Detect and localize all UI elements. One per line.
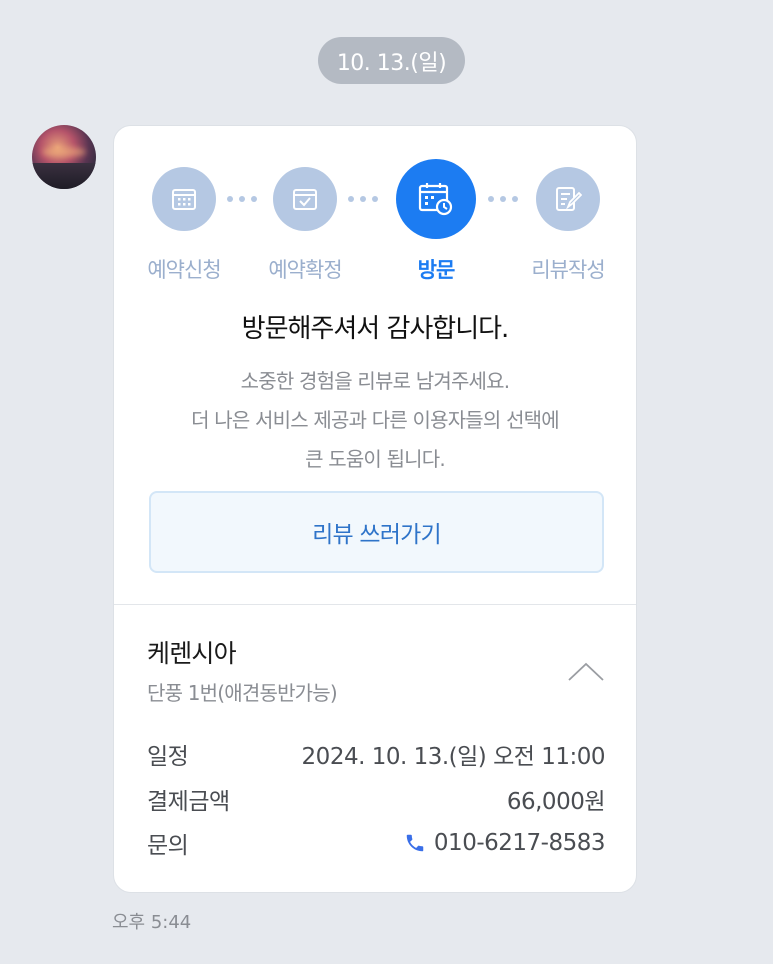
step-2-circle bbox=[273, 167, 337, 231]
schedule-label: 일정 bbox=[147, 744, 189, 770]
sender-avatar[interactable] bbox=[32, 125, 96, 189]
step-connector-1 bbox=[227, 196, 257, 202]
contact-phone-number: 010-6217-8583 bbox=[433, 830, 606, 856]
card-divider bbox=[114, 604, 636, 605]
step-connector-3 bbox=[488, 196, 518, 202]
phone-link[interactable]: 010-6217-8583 bbox=[404, 830, 606, 856]
room-name: 단풍 1번(애견동반가능) bbox=[147, 681, 338, 705]
desc-line-2: 더 나은 서비스 제공과 다른 이용자들의 선택에 bbox=[191, 408, 560, 432]
chevron-up-icon bbox=[568, 662, 604, 681]
progress-steps: 예약신청 예약확정 방문 리뷰작성 bbox=[114, 126, 636, 296]
step-1-circle bbox=[152, 167, 216, 231]
calendar-check-icon bbox=[293, 189, 317, 210]
date-separator: 10. 13.(일) bbox=[318, 37, 465, 84]
step-1-label: 예약신청 bbox=[147, 258, 221, 282]
step-4-label: 리뷰작성 bbox=[531, 258, 605, 282]
schedule-value: 2024. 10. 13.(일) 오전 11:00 bbox=[301, 744, 606, 770]
desc-line-3: 큰 도움이 됩니다. bbox=[305, 447, 446, 471]
message-timestamp: 오후 5:44 bbox=[112, 912, 192, 933]
calendar-clock-icon bbox=[418, 183, 453, 216]
card-description: 소중한 경험을 리뷰로 남겨주세요. 더 나은 서비스 제공과 다른 이용자들의… bbox=[114, 362, 636, 479]
step-3-circle bbox=[396, 159, 476, 239]
card-title: 방문해주셔서 감사합니다. bbox=[241, 314, 510, 344]
step-connector-2 bbox=[348, 196, 378, 202]
desc-line-1: 소중한 경험을 리뷰로 남겨주세요. bbox=[240, 369, 510, 393]
reservation-card: 예약신청 예약확정 방문 리뷰작성 방문해주셔서 감사합니다. 소중한 경험을 … bbox=[113, 125, 637, 893]
payment-label: 결제금액 bbox=[147, 789, 230, 815]
step-2-label: 예약확정 bbox=[268, 258, 342, 282]
shop-name: 케렌시아 bbox=[147, 639, 237, 668]
step-3-label: 방문 bbox=[417, 258, 456, 282]
payment-row: 결제금액 66,000원 bbox=[147, 782, 606, 816]
calendar-grid-icon bbox=[172, 189, 196, 210]
phone-icon bbox=[406, 834, 424, 852]
write-review-button[interactable]: 리뷰 쓰러가기 bbox=[149, 491, 604, 573]
payment-value: 66,000원 bbox=[506, 789, 606, 815]
step-4-circle bbox=[536, 167, 600, 231]
pencil-note-icon bbox=[556, 187, 582, 211]
contact-row: 문의 010-6217-8583 bbox=[147, 826, 606, 860]
collapse-button[interactable] bbox=[566, 660, 606, 684]
contact-label: 문의 bbox=[147, 833, 189, 859]
schedule-row: 일정 2024. 10. 13.(일) 오전 11:00 bbox=[147, 737, 606, 771]
